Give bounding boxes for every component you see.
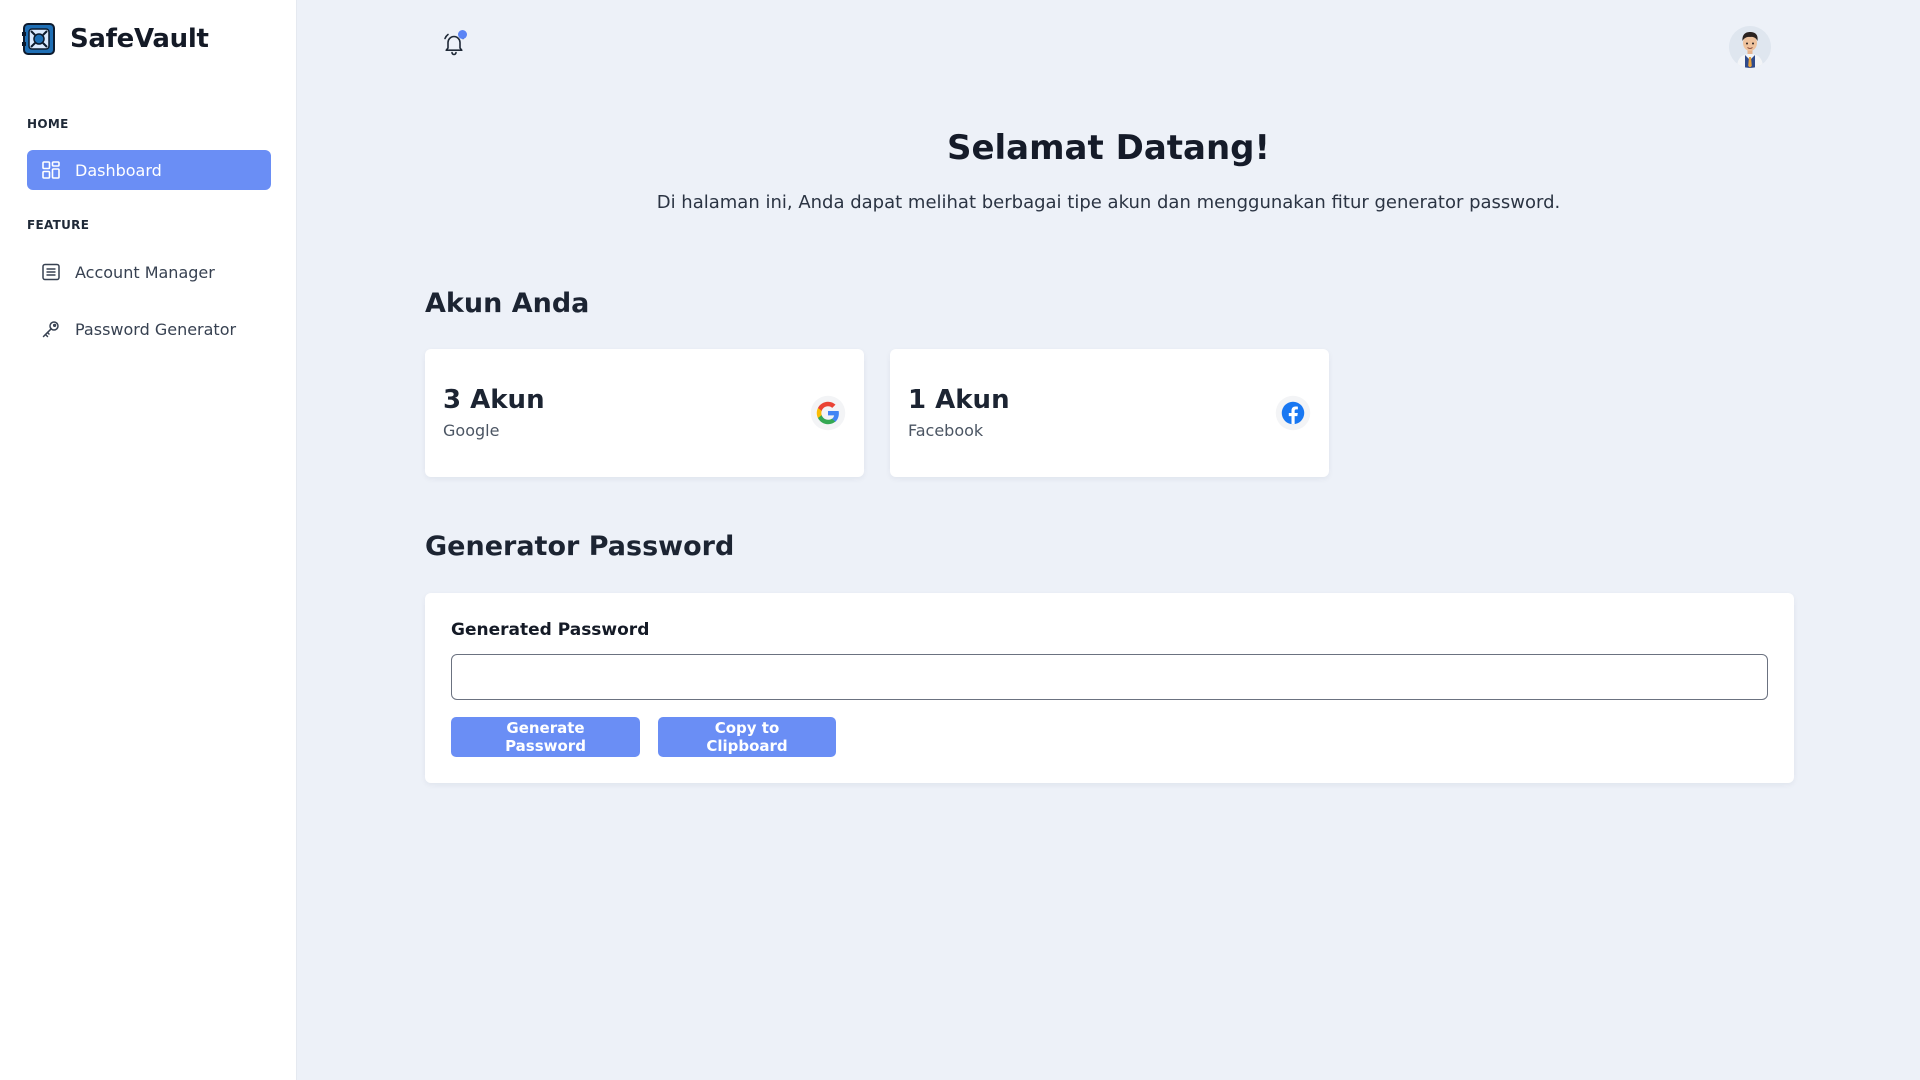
user-avatar-icon: [1729, 26, 1771, 68]
sidebar-item-label: Dashboard: [75, 160, 162, 180]
copy-to-clipboard-button[interactable]: Copy to Clipboard: [658, 717, 836, 757]
generated-password-field[interactable]: [451, 654, 1768, 700]
password-generator-panel: Generated Password Generate Password Cop…: [425, 593, 1794, 783]
notification-button[interactable]: [440, 30, 468, 58]
account-type-label: Facebook: [908, 421, 984, 440]
notification-badge: [458, 30, 467, 39]
page-title: Selamat Datang!: [946, 128, 1271, 168]
safevault-logo-icon: [22, 23, 55, 55]
app-name: SafeVault: [70, 24, 209, 54]
account-count: 3 Akun: [443, 385, 545, 415]
account-type-label: Google: [443, 421, 500, 440]
sidebar-item-label: Password Generator: [75, 319, 237, 339]
generator-section-title: Generator Password: [425, 531, 735, 562]
sidebar-item-account-manager[interactable]: Account Manager: [27, 252, 271, 292]
generated-password-label: Generated Password: [451, 620, 650, 640]
nav-section-home: HOME: [27, 117, 69, 131]
brand[interactable]: SafeVault: [22, 22, 209, 56]
page-subtitle: Di halaman ini, Anda dapat melihat berba…: [656, 192, 1561, 213]
facebook-icon: [1275, 395, 1311, 431]
dashboard-grid-icon: [41, 160, 61, 180]
account-count: 1 Akun: [908, 385, 1010, 415]
account-card-facebook[interactable]: 1 Akun Facebook: [890, 349, 1329, 477]
google-icon: [810, 395, 846, 431]
avatar[interactable]: [1729, 26, 1771, 68]
sidebar-item-dashboard[interactable]: Dashboard: [27, 150, 271, 190]
sidebar-item-label: Account Manager: [75, 262, 215, 282]
account-card-google[interactable]: 3 Akun Google: [425, 349, 864, 477]
list-icon: [41, 262, 61, 282]
key-icon: [41, 319, 61, 339]
accounts-section-title: Akun Anda: [425, 288, 590, 319]
sidebar-item-password-generator[interactable]: Password Generator: [27, 309, 271, 349]
sidebar: SafeVault HOME Dashboard FEATURE Account…: [0, 0, 297, 1080]
nav-section-feature: FEATURE: [27, 218, 90, 232]
generate-password-button[interactable]: Generate Password: [451, 717, 640, 757]
